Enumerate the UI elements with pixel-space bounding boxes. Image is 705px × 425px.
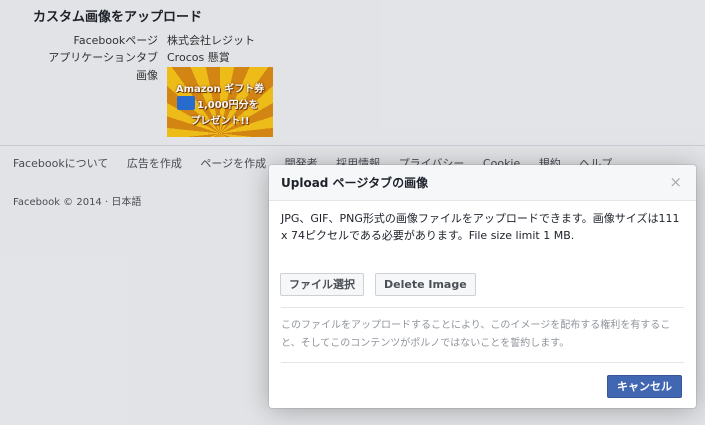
choose-file-button[interactable]: ファイル選択 bbox=[280, 273, 364, 296]
close-icon[interactable]: × bbox=[669, 173, 682, 191]
cancel-button[interactable]: キャンセル bbox=[607, 375, 682, 398]
dialog-terms: このファイルをアップロードすることにより、このイメージを配布する権利を有すること… bbox=[281, 320, 671, 349]
dialog-description: JPG、GIF、PNG形式の画像ファイルをアップロードできます。画像サイズは11… bbox=[281, 212, 680, 242]
dialog-title: Upload ページタブの画像 bbox=[281, 176, 429, 190]
upload-dialog: Upload ページタブの画像 × JPG、GIF、PNG形式の画像ファイルをア… bbox=[269, 165, 696, 408]
dialog-header: Upload ページタブの画像 × bbox=[269, 165, 696, 201]
dialog-divider-top bbox=[281, 307, 684, 308]
delete-image-button[interactable]: Delete Image bbox=[375, 273, 476, 296]
dialog-divider-bottom bbox=[281, 362, 684, 363]
